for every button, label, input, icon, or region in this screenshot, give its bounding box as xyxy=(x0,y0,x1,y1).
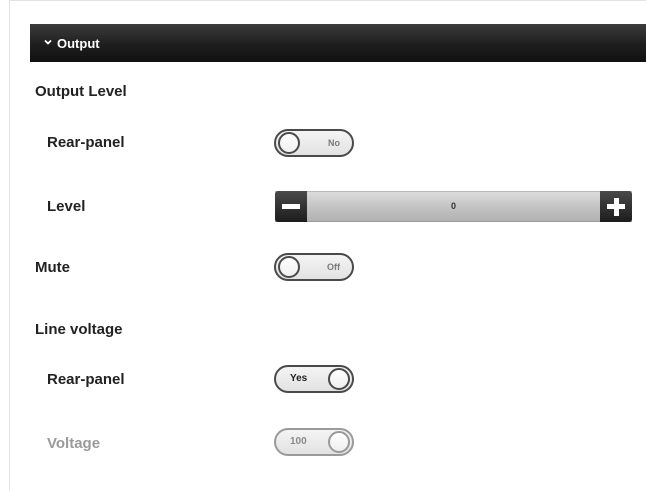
toggle-state-label: Off xyxy=(327,262,340,272)
toggle-knob xyxy=(328,431,350,453)
output-rear-panel-toggle[interactable]: No xyxy=(274,129,354,157)
output-panel xyxy=(9,0,646,491)
toggle-knob xyxy=(278,256,300,278)
level-label: Level xyxy=(47,198,86,215)
toggle-state-label: Yes xyxy=(290,373,308,384)
line-voltage-heading: Line voltage xyxy=(35,321,123,338)
line-rear-panel-toggle[interactable]: Yes xyxy=(274,365,354,393)
toggle-state-label: No xyxy=(328,138,340,148)
toggle-knob xyxy=(328,368,350,390)
toggle-knob xyxy=(278,132,300,154)
output-level-heading: Output Level xyxy=(35,83,127,100)
toggle-state-label: 100 xyxy=(290,436,307,447)
section-title: Output xyxy=(57,35,100,51)
level-decrement-button[interactable] xyxy=(275,191,307,222)
level-increment-button[interactable] xyxy=(600,191,632,222)
level-value: 0 xyxy=(450,201,456,211)
chevron-down-icon xyxy=(44,39,52,45)
output-rear-panel-label: Rear-panel xyxy=(47,134,125,151)
mute-toggle[interactable]: Off xyxy=(274,253,354,281)
mute-label: Mute xyxy=(35,259,70,276)
voltage-toggle[interactable]: 100 xyxy=(274,428,354,456)
line-rear-panel-label: Rear-panel xyxy=(47,371,125,388)
output-section-header[interactable]: Output xyxy=(30,24,646,62)
voltage-label: Voltage xyxy=(47,435,101,452)
level-stepper[interactable]: 0 xyxy=(275,191,632,222)
